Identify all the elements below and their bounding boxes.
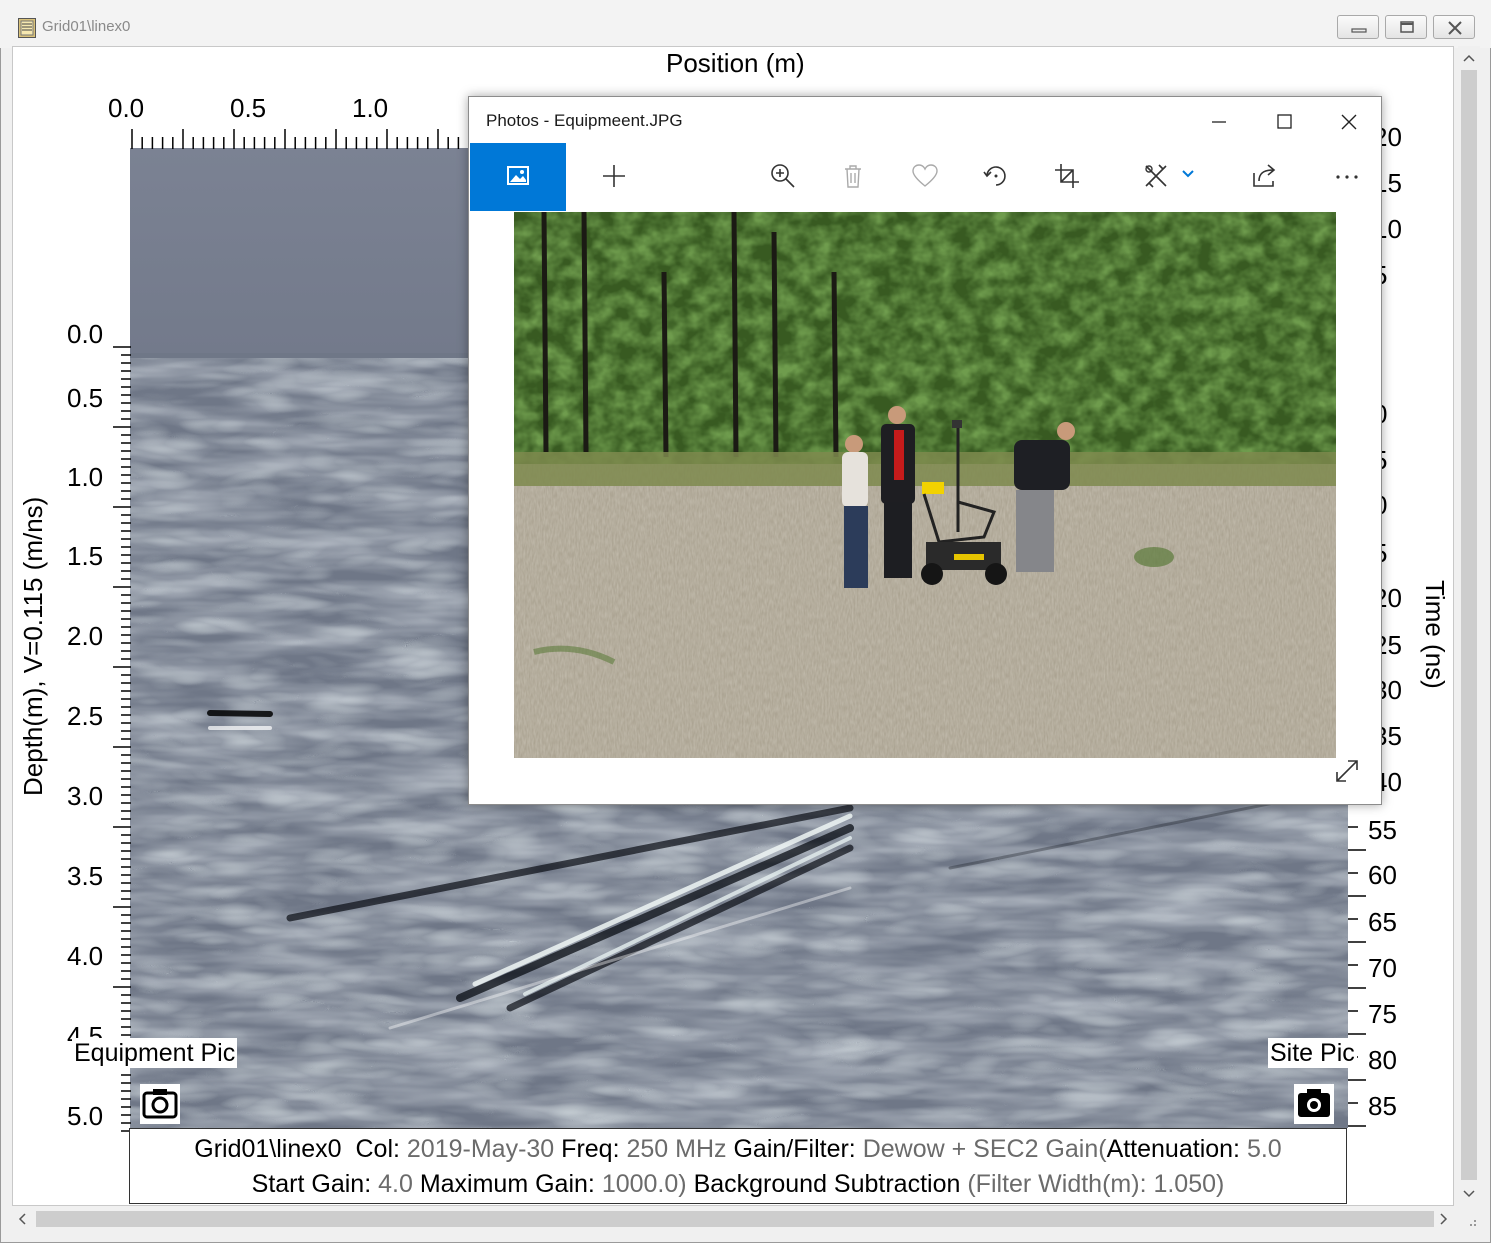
- view-icon: [507, 166, 529, 185]
- line-name: Grid01\linex0: [194, 1135, 342, 1163]
- top-tick-label: 0.0: [108, 93, 145, 123]
- left-axis-ticks: [113, 346, 131, 1132]
- right-tick-label: 85: [1368, 1091, 1397, 1121]
- left-tick-label: 2.5: [67, 701, 104, 731]
- photos-maximize-button[interactable]: [1264, 107, 1304, 137]
- start-gain-label: Start Gain:: [251, 1170, 372, 1198]
- vertical-scroll-thumb[interactable]: [1461, 70, 1477, 1180]
- scroll-down-icon[interactable]: [1462, 1188, 1476, 1200]
- info-line-1: Grid01\linex0 Col: 2019-May-30 Freq: 250…: [130, 1132, 1346, 1167]
- start-gain-value: 4.0: [378, 1170, 413, 1198]
- freq-label: Freq:: [561, 1135, 620, 1163]
- crop-icon[interactable]: [1052, 161, 1082, 191]
- top-tick-label: 1.0: [352, 93, 389, 123]
- left-tick-label: 3.5: [67, 861, 104, 891]
- right-tick-label: 75: [1368, 999, 1397, 1029]
- minimize-button[interactable]: [1337, 15, 1379, 39]
- rotate-icon[interactable]: [981, 161, 1011, 191]
- photos-minimize-button[interactable]: [1199, 107, 1239, 137]
- favorite-icon[interactable]: [910, 161, 940, 191]
- minimize-icon: [1351, 28, 1367, 33]
- equipment-camera-icon[interactable]: [140, 1084, 180, 1124]
- site-camera-icon[interactable]: [1294, 1084, 1334, 1124]
- info-panel: Grid01\linex0 Col: 2019-May-30 Freq: 250…: [129, 1128, 1347, 1204]
- left-tick-label: 1.0: [67, 462, 104, 492]
- window-title: Grid01\linex0: [42, 18, 131, 35]
- right-tick-label: 60: [1368, 860, 1397, 890]
- right-tick-label: 80: [1368, 1045, 1397, 1075]
- maximize-button[interactable]: [1385, 15, 1427, 39]
- share-icon[interactable]: [1249, 161, 1279, 191]
- col-label: Col:: [355, 1135, 400, 1163]
- left-axis-title: Depth(m), V=0.115 (m/ns): [18, 496, 48, 796]
- atten-value: 5.0: [1246, 1135, 1282, 1163]
- horizontal-scroll-thumb[interactable]: [36, 1211, 1434, 1227]
- close-button[interactable]: [1433, 15, 1475, 39]
- equipment-photo: [514, 212, 1336, 758]
- right-axis-ticks: [1348, 803, 1366, 1127]
- photos-title: Photos - Equipmeent.JPG: [486, 111, 683, 130]
- left-tick-label: 2.0: [67, 621, 104, 651]
- max-gain-label: Maximum Gain:: [419, 1170, 595, 1198]
- info-line-2: Start Gain: 4.0 Maximum Gain: 1000.0) Ba…: [130, 1167, 1346, 1202]
- right-axis-title: Time (ns): [1420, 580, 1450, 689]
- top-tick-label: 0.5: [230, 93, 267, 123]
- edit-icon[interactable]: [1141, 161, 1171, 191]
- top-axis-ticks: [131, 129, 460, 149]
- gain-value: Dewow + SEC2 Gain: [862, 1135, 1099, 1163]
- filter-width: (Filter Width(m): 1.050): [967, 1170, 1225, 1198]
- max-gain-value: 1000.0): [601, 1170, 687, 1198]
- edit-dropdown-chevron-icon[interactable]: [1181, 169, 1195, 179]
- right-tick-label: 70: [1368, 953, 1397, 983]
- app-icon: [18, 18, 36, 38]
- resize-grip-icon[interactable]: [1464, 1214, 1478, 1228]
- left-tick-label: 3.0: [67, 781, 104, 811]
- left-tick-label: 1.5: [67, 541, 104, 571]
- zoom-in-icon[interactable]: [768, 161, 798, 191]
- photos-close-button[interactable]: [1329, 107, 1369, 137]
- gain-label: Gain/Filter:: [733, 1135, 856, 1163]
- delete-icon[interactable]: [838, 161, 868, 191]
- photos-viewer-window[interactable]: Photos - Equipmeent.JPG: [468, 96, 1382, 805]
- freq-value: 250 MHz: [626, 1135, 727, 1163]
- col-value: 2019-May-30: [406, 1135, 555, 1163]
- paren-open: (: [1098, 1135, 1107, 1163]
- add-icon[interactable]: [599, 161, 629, 191]
- right-tick-label: 55: [1368, 815, 1397, 845]
- site-pic-label: Site Pic: [1268, 1038, 1357, 1068]
- scroll-right-icon[interactable]: [1438, 1212, 1450, 1226]
- view-image-button[interactable]: [470, 143, 566, 211]
- left-tick-label: 0.0: [67, 319, 104, 349]
- equipment-pic-label: Equipment Pic: [72, 1038, 238, 1068]
- fullscreen-expand-icon[interactable]: [1333, 757, 1361, 785]
- main-titlebar[interactable]: [0, 0, 1491, 48]
- bg-sub-label: Background Subtraction: [693, 1170, 961, 1198]
- scroll-left-icon[interactable]: [16, 1212, 28, 1226]
- left-tick-label: 4.0: [67, 941, 104, 971]
- more-icon[interactable]: [1333, 161, 1363, 191]
- maximize-icon: [1400, 21, 1414, 33]
- atten-label: Attenuation:: [1106, 1135, 1240, 1163]
- right-tick-label: 65: [1368, 907, 1397, 937]
- left-tick-label: 5.0: [67, 1101, 104, 1131]
- top-axis-title: Position (m): [666, 48, 805, 78]
- close-icon: [1448, 21, 1462, 35]
- scroll-up-icon[interactable]: [1462, 52, 1476, 64]
- left-tick-label: 0.5: [67, 383, 104, 413]
